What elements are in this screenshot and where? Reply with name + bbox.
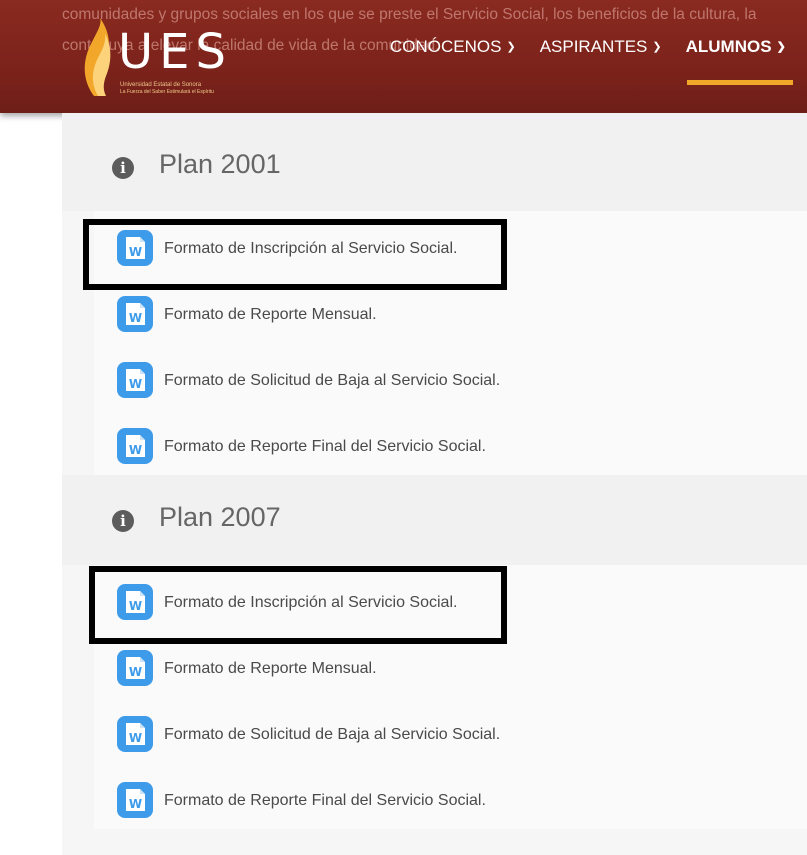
chevron-down-icon: ❯: [652, 41, 662, 53]
nav-item-label: ASPIRANTES: [539, 37, 648, 56]
list-item[interactable]: W Formato de Solicitud de Baja al Servic…: [94, 343, 807, 409]
svg-text:W: W: [129, 731, 142, 745]
svg-text:W: W: [129, 665, 142, 679]
info-icon: i: [112, 510, 134, 532]
svg-text:W: W: [129, 443, 142, 457]
chevron-down-icon: ❯: [506, 41, 516, 53]
nav-item-alumnos[interactable]: ALUMNOS ❯: [686, 37, 786, 57]
word-doc-icon: W: [117, 650, 153, 686]
site-header: comunidades y grupos sociales en los que…: [0, 0, 807, 113]
document-link[interactable]: Formato de Solicitud de Baja al Servicio…: [164, 726, 500, 744]
highlight-box: [83, 219, 507, 290]
document-link[interactable]: Formato de Solicitud de Baja al Servicio…: [164, 372, 500, 390]
nav-item-conocenos[interactable]: CONÓCENOS ❯: [390, 37, 516, 57]
word-doc-icon: W: [117, 782, 153, 818]
logo-wordmark: UES: [118, 24, 232, 80]
document-link[interactable]: Formato de Reporte Mensual.: [164, 306, 377, 324]
section-title: Plan 2007: [159, 502, 281, 532]
document-link[interactable]: Formato de Reporte Final del Servicio So…: [164, 438, 486, 456]
document-link[interactable]: Formato de Reporte Final del Servicio So…: [164, 792, 486, 810]
flame-icon: [84, 18, 111, 96]
main-nav: CONÓCENOS ❯ ASPIRANTES ❯ ALUMNOS ❯: [390, 37, 807, 57]
section-header-plan-2007: i Plan 2007: [62, 475, 807, 565]
list-item[interactable]: W Formato de Solicitud de Baja al Servic…: [94, 697, 807, 763]
chevron-down-icon: ❯: [776, 41, 786, 53]
list-item[interactable]: W Formato de Reporte Final del Servicio …: [94, 409, 807, 475]
ues-logo[interactable]: UES Universidad Estatal de Sonora La Fue…: [80, 18, 240, 98]
logo-tagline: La Fuerza del Saber Estimulará el Espíri…: [120, 89, 214, 95]
section-header-plan-2001: i Plan 2001: [62, 113, 807, 211]
list-item[interactable]: W Formato de Reporte Final del Servicio …: [94, 763, 807, 829]
svg-text:W: W: [129, 797, 142, 811]
active-nav-indicator: [687, 80, 793, 85]
svg-text:W: W: [129, 377, 142, 391]
nav-item-label: ALUMNOS: [685, 37, 772, 56]
svg-text:W: W: [129, 311, 142, 325]
word-doc-icon: W: [117, 428, 153, 464]
nav-item-label: CONÓCENOS: [390, 37, 502, 56]
section-title: Plan 2001: [159, 149, 281, 179]
word-doc-icon: W: [117, 362, 153, 398]
nav-item-aspirantes[interactable]: ASPIRANTES ❯: [540, 37, 662, 57]
word-doc-icon: W: [117, 296, 153, 332]
info-icon: i: [112, 157, 134, 179]
document-link[interactable]: Formato de Reporte Mensual.: [164, 660, 377, 678]
logo-subtitle: Universidad Estatal de Sonora: [120, 82, 202, 88]
word-doc-icon: W: [117, 716, 153, 752]
highlight-box: [89, 566, 507, 644]
